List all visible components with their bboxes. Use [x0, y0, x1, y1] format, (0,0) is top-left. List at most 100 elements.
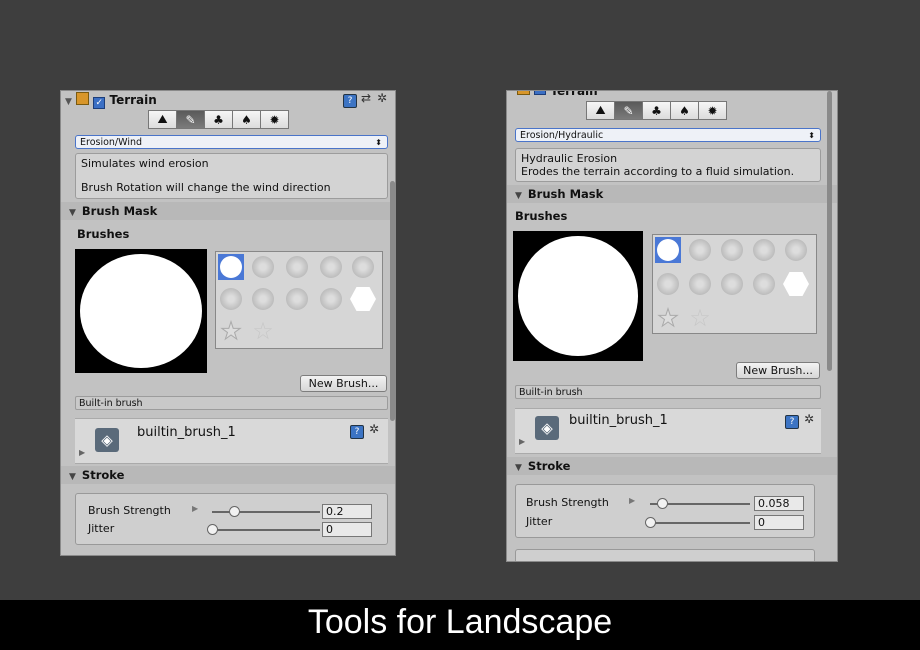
- gear-icon[interactable]: ✲: [377, 91, 387, 105]
- tool-mode-dropdown[interactable]: Erosion/Wind ⬍: [75, 135, 388, 149]
- brush-tile[interactable]: [687, 237, 713, 263]
- brush-tile[interactable]: [751, 237, 777, 263]
- brush-tile[interactable]: [783, 271, 809, 297]
- grass-detail-icon[interactable]: ♠: [670, 101, 699, 120]
- component-title: Terrain: [109, 93, 157, 107]
- gear-icon[interactable]: ✲: [369, 422, 379, 436]
- settings-gear-icon[interactable]: ✹: [698, 101, 727, 120]
- brush-asset-row[interactable]: ◈ ▶ builtin_brush_1 ? ✲: [75, 418, 388, 464]
- terrain-toolbar: ⛰ ✎ ♣ ♠ ✹: [586, 101, 727, 120]
- brush-tile[interactable]: [350, 254, 376, 280]
- brush-strength-field[interactable]: 0.2: [322, 504, 372, 519]
- jitter-slider[interactable]: [650, 522, 750, 524]
- brush-tile[interactable]: [719, 271, 745, 297]
- jitter-field[interactable]: 0: [754, 515, 804, 530]
- brush-tile[interactable]: [783, 237, 809, 263]
- brush-strength-field[interactable]: 0.058: [754, 496, 804, 511]
- tree-icon[interactable]: ♣: [204, 110, 233, 129]
- brush-tile[interactable]: [250, 286, 276, 312]
- stroke-settings: Brush Strength ▶ 0.2 Jitter 0: [75, 493, 388, 545]
- brush-tile[interactable]: ☆: [250, 318, 276, 344]
- enabled-checkbox[interactable]: [534, 91, 547, 95]
- new-brush-button[interactable]: New Brush...: [300, 375, 387, 392]
- brush-tile[interactable]: [655, 271, 681, 297]
- brush-grid: ★ ☆: [215, 251, 383, 349]
- slider-knob[interactable]: [207, 524, 218, 535]
- brush-tile[interactable]: ☆: [687, 305, 713, 331]
- brush-tile[interactable]: [284, 286, 310, 312]
- foldout-arrow-icon: ▼: [515, 463, 522, 473]
- terrain-inspector-wind: ▼ ✓ Terrain ? ⇄ ✲ ⛰ ✎ ♣ ♠ ✹ Erosion/Wind…: [60, 90, 396, 556]
- expand-arrow-icon[interactable]: ▶: [192, 504, 198, 513]
- brush-tile[interactable]: [687, 271, 713, 297]
- help-line-2: Brush Rotation will change the wind dire…: [81, 181, 331, 194]
- enabled-checkbox[interactable]: ✓: [93, 97, 106, 109]
- brush-mask-section[interactable]: ▼ Brush Mask: [507, 185, 837, 203]
- unity-logo-icon: ◈: [95, 428, 119, 452]
- brush-shape: [518, 236, 638, 356]
- settings-gear-icon[interactable]: ✹: [260, 110, 289, 129]
- brush-strength-label: Brush Strength: [88, 504, 171, 517]
- section-title: Brush Mask: [81, 204, 158, 218]
- jitter-slider[interactable]: [212, 529, 320, 531]
- brush-tile[interactable]: [350, 286, 376, 312]
- help-icon[interactable]: ?: [785, 415, 799, 429]
- brush-grid: ★ ☆: [652, 234, 817, 334]
- foldout-arrow-icon: ▼: [69, 208, 76, 218]
- stroke-section[interactable]: ▼ Stroke: [507, 457, 837, 475]
- jitter-label: Jitter: [526, 515, 553, 528]
- brush-tile[interactable]: ★: [655, 305, 681, 331]
- jitter-field[interactable]: 0: [322, 522, 372, 537]
- tool-mode-value: Erosion/Hydraulic: [520, 130, 604, 141]
- scrollbar[interactable]: [827, 91, 832, 371]
- help-line-1: Simulates wind erosion: [81, 157, 209, 170]
- tree-icon[interactable]: ♣: [642, 101, 671, 120]
- brush-tile[interactable]: [719, 237, 745, 263]
- brush-mask-section[interactable]: ▼ Brush Mask: [61, 202, 395, 220]
- raise-terrain-icon[interactable]: ⛰: [148, 110, 177, 129]
- grass-detail-icon[interactable]: ♠: [232, 110, 261, 129]
- help-icon[interactable]: ?: [343, 94, 357, 108]
- builtin-brush-bar: Built-in brush: [515, 385, 821, 399]
- paint-brush-icon[interactable]: ✎: [176, 110, 205, 129]
- foldout-arrow-icon: ▼: [515, 191, 522, 201]
- brush-tile[interactable]: [250, 254, 276, 280]
- jitter-label: Jitter: [88, 522, 115, 535]
- slider-knob[interactable]: [657, 498, 668, 509]
- brush-asset-row[interactable]: ◈ ▶ builtin_brush_1 ? ✲: [515, 408, 821, 454]
- foldout-arrow-icon: ▼: [69, 472, 76, 482]
- expand-arrow-icon[interactable]: ▶: [79, 448, 85, 457]
- component-title: Terrain: [550, 90, 598, 98]
- component-header: ▼ ✓ Terrain: [65, 92, 157, 109]
- section-title: Stroke: [527, 459, 571, 473]
- brush-tile[interactable]: ★: [218, 318, 244, 344]
- brush-tile[interactable]: [318, 286, 344, 312]
- slider-knob[interactable]: [645, 517, 656, 528]
- dropdown-arrow-icon: ⬍: [375, 138, 382, 147]
- tool-mode-dropdown[interactable]: Erosion/Hydraulic ⬍: [515, 128, 821, 142]
- help-icon[interactable]: ?: [350, 425, 364, 439]
- stroke-section[interactable]: ▼ Stroke: [61, 466, 395, 484]
- help-box: Simulates wind erosion Brush Rotation wi…: [75, 153, 388, 199]
- brush-strength-label: Brush Strength: [526, 496, 609, 509]
- builtin-brush-bar: Built-in brush: [75, 396, 388, 410]
- new-brush-button[interactable]: New Brush...: [736, 362, 820, 379]
- paint-brush-icon[interactable]: ✎: [614, 101, 643, 120]
- slider-knob[interactable]: [228, 506, 240, 517]
- brush-tile[interactable]: [751, 271, 777, 297]
- scrollbar[interactable]: [390, 181, 395, 421]
- brush-tile[interactable]: [218, 254, 244, 280]
- preset-icon[interactable]: ⇄: [361, 91, 371, 105]
- brush-tile[interactable]: [318, 254, 344, 280]
- foldout-arrow-icon[interactable]: ▼: [65, 97, 72, 107]
- expand-arrow-icon[interactable]: ▶: [629, 496, 635, 505]
- unity-logo-icon: ◈: [535, 416, 559, 440]
- expand-arrow-icon[interactable]: ▶: [519, 437, 525, 446]
- brush-tile[interactable]: [655, 237, 681, 263]
- stroke-settings: Brush Strength ▶ 0.058 Jitter 0: [515, 484, 815, 538]
- raise-terrain-icon[interactable]: ⛰: [586, 101, 615, 120]
- brush-tile[interactable]: [218, 286, 244, 312]
- section-title: Stroke: [81, 468, 125, 482]
- gear-icon[interactable]: ✲: [804, 412, 814, 426]
- brush-tile[interactable]: [284, 254, 310, 280]
